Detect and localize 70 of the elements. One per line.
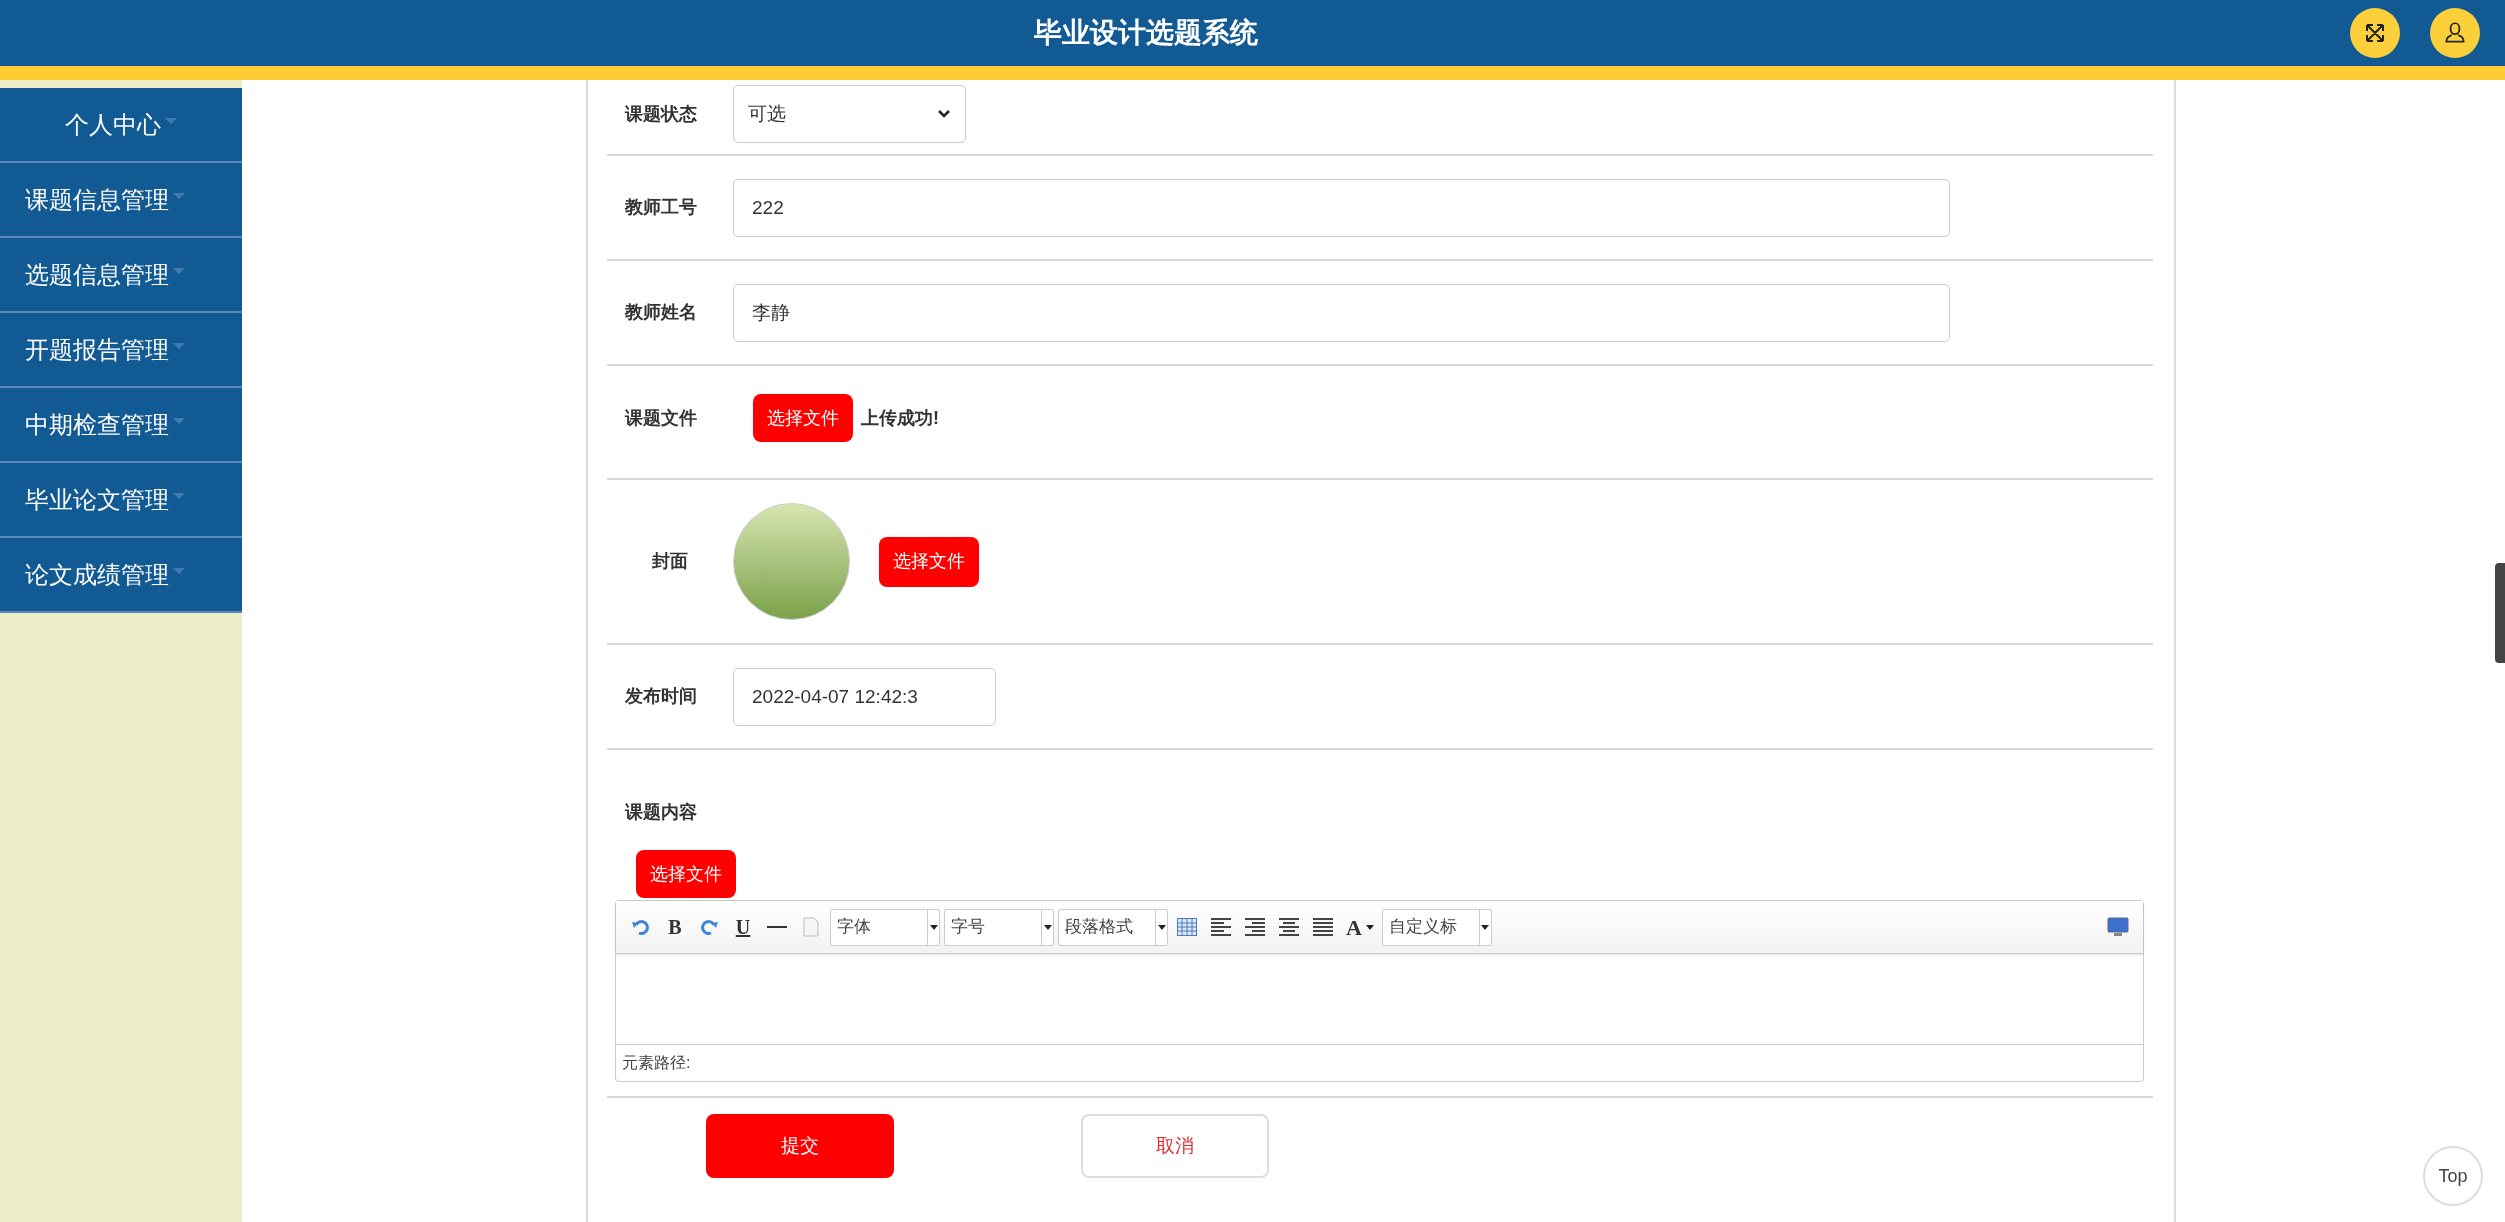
align-right-icon (1245, 918, 1265, 936)
back-to-top-button[interactable]: Top (2423, 1146, 2483, 1206)
sidebar-item[interactable]: 中期检查管理 (0, 388, 242, 463)
field-label: 教师工号 (623, 196, 698, 219)
sidebar-item[interactable]: 毕业论文管理 (0, 463, 242, 538)
bold-button[interactable]: B (660, 912, 690, 942)
align-left-icon (1211, 918, 1231, 936)
field-label: 教师姓名 (623, 301, 698, 324)
cancel-button[interactable]: 取消 (1081, 1114, 1269, 1178)
toolbar-dropdown[interactable]: 段落格式 (1058, 908, 1168, 946)
user-button[interactable] (2430, 8, 2480, 58)
choose-file-button[interactable]: 选择文件 (753, 394, 853, 442)
status-select[interactable]: 可选 (733, 85, 966, 143)
align-center-icon (1279, 918, 1299, 936)
sidebar-label: 毕业论文管理 (25, 484, 169, 515)
font-color-button[interactable]: A (1342, 912, 1378, 942)
sidebar-label: 中期检查管理 (25, 409, 169, 440)
element-path-label: 元素路径: (621, 1053, 692, 1073)
user-icon (2442, 20, 2468, 46)
align-justify-icon (1313, 918, 1333, 936)
upload-status-text: 上传成功! (861, 406, 939, 430)
undo-icon (631, 917, 651, 937)
caret-icon (165, 117, 177, 124)
caret-icon (1157, 924, 1166, 930)
input-field[interactable]: 222 (733, 178, 1950, 237)
caret-icon (173, 192, 185, 199)
toolbar-dropdown[interactable]: 字体 (830, 908, 940, 946)
choose-file-button[interactable]: 选择文件 (879, 536, 979, 587)
toolbar-dropdown[interactable]: 字号 (944, 908, 1054, 946)
caret-icon (1481, 924, 1490, 930)
sidebar-label: 选题信息管理 (25, 259, 169, 290)
page-icon (803, 917, 819, 937)
caret-icon (173, 567, 185, 574)
font-color-label: A (1346, 913, 1362, 942)
choose-file-button[interactable]: 选择文件 (636, 850, 736, 898)
chevron-down-icon (937, 109, 951, 119)
sidebar-item[interactable]: 个人中心 (0, 88, 242, 163)
field-label: 封面 (651, 550, 689, 573)
sidebar-label: 开题报告管理 (25, 334, 169, 365)
caret-icon (173, 417, 185, 424)
sidebar-item[interactable]: 选题信息管理 (0, 238, 242, 313)
field-label: 发布时间 (624, 685, 698, 708)
underline-button[interactable]: U (728, 912, 758, 942)
field-label: 课题文件 (623, 406, 698, 430)
expand-arrows-icon (2363, 21, 2387, 45)
scroll-handle[interactable] (2495, 563, 2505, 663)
date-field[interactable]: 2022-04-07 12:42:3 (733, 667, 996, 726)
sidebar-item[interactable]: 论文成绩管理 (0, 538, 242, 613)
caret-icon (173, 342, 185, 349)
sidebar-label: 课题信息管理 (25, 184, 169, 215)
sidebar-label: 个人中心 (65, 109, 161, 140)
submit-button[interactable]: 提交 (706, 1114, 894, 1178)
sidebar-item[interactable]: 开题报告管理 (0, 313, 242, 388)
horizontal-line-icon (767, 925, 787, 929)
caret-icon (929, 924, 938, 930)
sidebar-label: 论文成绩管理 (25, 559, 169, 590)
site-title: 毕业设计选题系统 (1033, 16, 1258, 50)
sidebar-item[interactable]: 课题信息管理 (0, 163, 242, 238)
field-label: 课题状态 (623, 102, 698, 126)
caret-icon (1365, 924, 1374, 930)
caret-icon (173, 267, 185, 274)
field-label: 课题内容 (623, 801, 698, 824)
table-icon (1177, 918, 1197, 936)
monitor-icon (2107, 917, 2129, 937)
toolbar-dropdown[interactable]: 自定义标 (1381, 908, 1492, 946)
redo-icon (699, 917, 719, 937)
caret-icon (1043, 924, 1052, 930)
input-field[interactable]: 李静 (733, 283, 1950, 342)
fullscreen-button[interactable] (2350, 8, 2400, 58)
caret-icon (173, 492, 185, 499)
